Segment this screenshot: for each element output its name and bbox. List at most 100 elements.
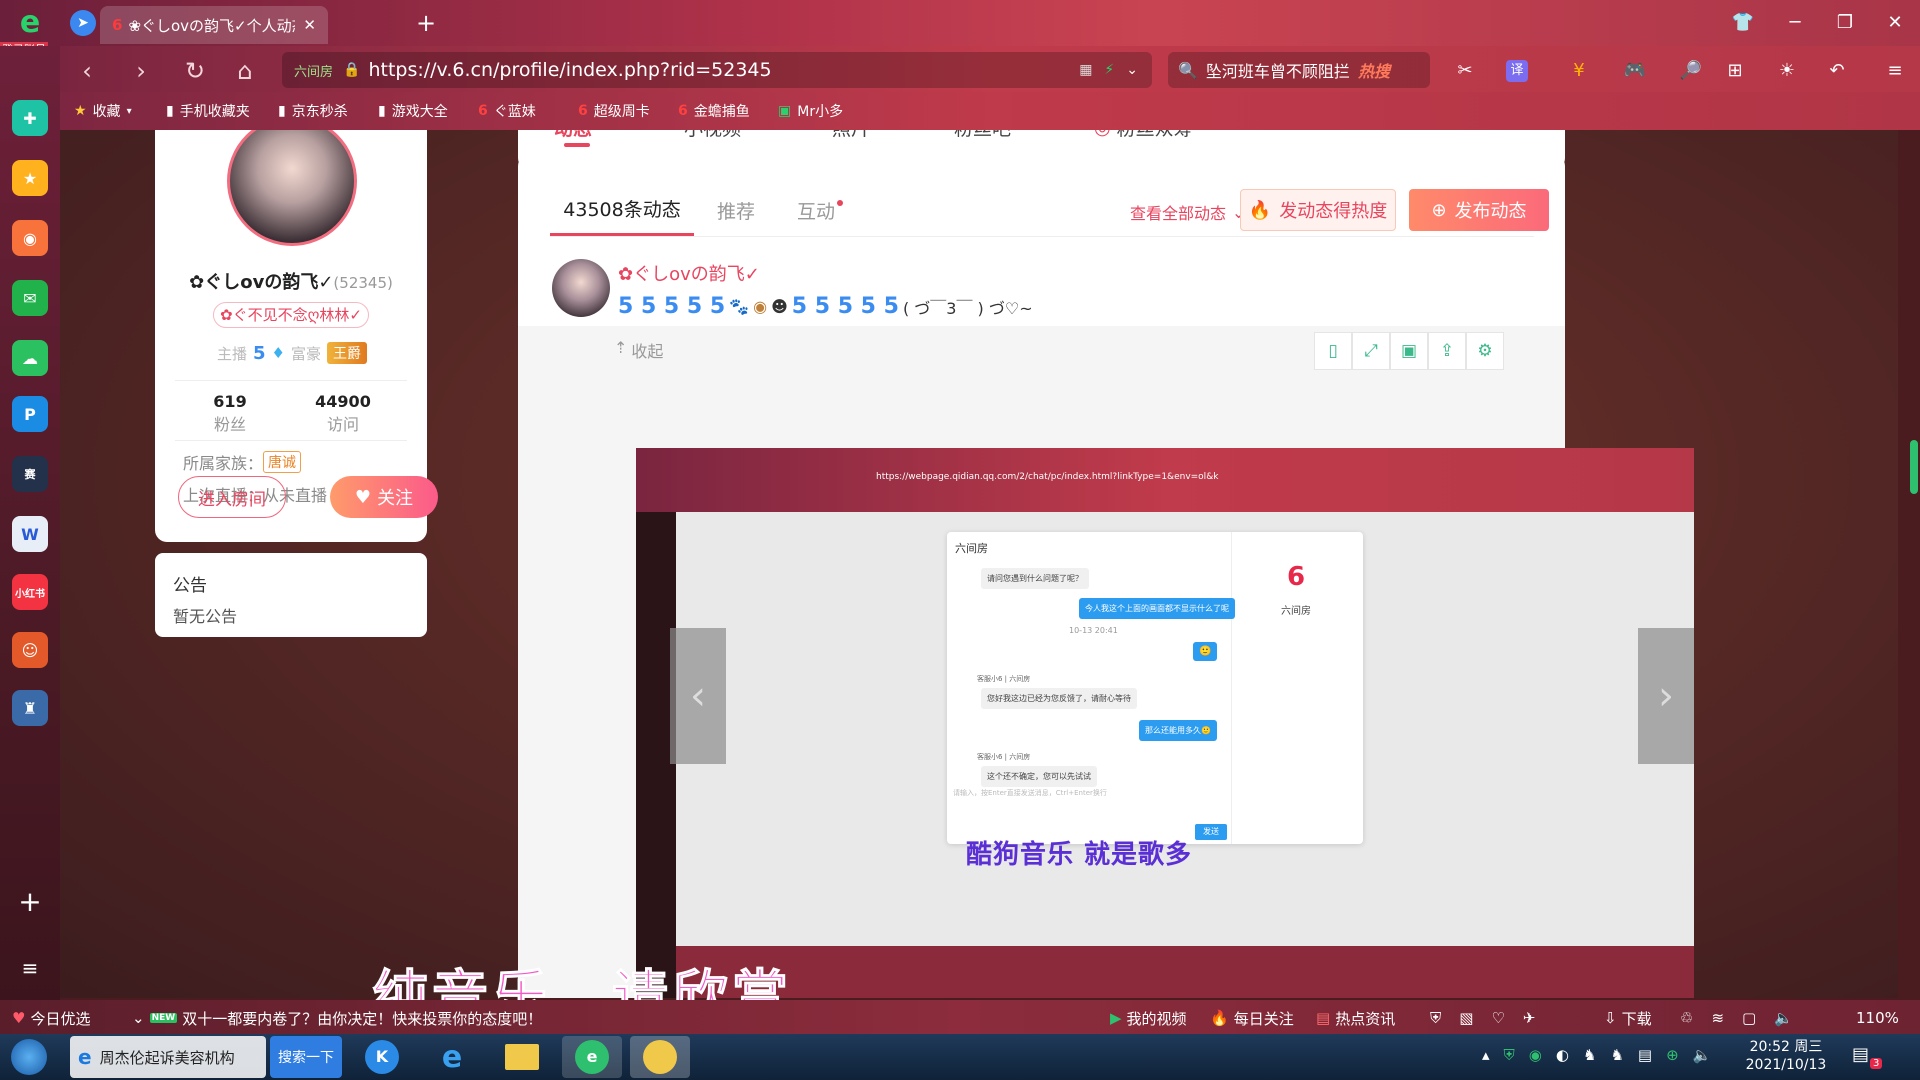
tab-short-video[interactable]: 小视频 — [684, 130, 741, 141]
xiaohongshu-icon[interactable]: 小红书 — [12, 574, 48, 610]
coin-icon[interactable]: ¥ — [1564, 56, 1594, 86]
browser-logo-icon[interactable]: e — [8, 8, 52, 38]
dropdown-icon[interactable]: ⌄ — [1126, 62, 1138, 78]
tray-plus-icon[interactable]: ⊕ — [1666, 1046, 1679, 1064]
chat-send-button[interactable]: 发送 — [1195, 824, 1227, 840]
fullscreen-icon[interactable]: ⤢ — [1352, 332, 1390, 370]
tab-crowdfunding[interactable]: ◎ 粉丝众筹 — [1094, 130, 1193, 141]
bookmark-games[interactable]: ▮ 游戏大全 — [378, 98, 448, 124]
tray-qq2-icon[interactable]: ♞ — [1610, 1046, 1623, 1064]
bookmark-fishing[interactable]: 6 金蟾捕鱼 — [678, 98, 750, 124]
speed-icon[interactable]: ✈ — [1523, 1009, 1536, 1027]
today-pick[interactable]: ♥ 今日优选 — [12, 1006, 90, 1030]
ie-task[interactable]: e 周杰伦起诉美容机构 — [70, 1036, 266, 1078]
embedded-screenshot[interactable]: https://webpage.qidian.qq.com/2/chat/pc/… — [636, 448, 1694, 998]
bookmark-tool-icon[interactable]: ▯ — [1314, 332, 1352, 370]
restore-icon[interactable]: ❐ — [1830, 10, 1860, 36]
skin-icon[interactable]: 👕 — [1728, 10, 1758, 36]
news-ticker[interactable]: ⌄ NEW 双十一都要内卷了？由你决定！快来投票你的态度吧！ — [132, 1006, 542, 1030]
zoom-level[interactable]: 110% — [1856, 1006, 1899, 1030]
right-edge-slider[interactable] — [1910, 440, 1918, 494]
chat-input[interactable]: 请输入，按Enter直接发送消息，Ctrl+Enter换行 — [953, 788, 1223, 798]
bookmark-mobile[interactable]: ▮ 手机收藏夹 — [166, 98, 250, 124]
health-icon[interactable]: ♡ — [1491, 1009, 1504, 1027]
clock[interactable]: 20:52 周三 2021/10/13 — [1744, 1038, 1828, 1074]
url-field[interactable]: 六间房 🔒 https://v.6.cn/profile/index.php?r… — [282, 52, 1152, 88]
flash-icon[interactable]: ⚡ — [1104, 62, 1114, 78]
word-icon[interactable]: W — [12, 516, 48, 552]
castle-icon[interactable]: ♜ — [12, 690, 48, 726]
tab-dynamics[interactable]: 动态 — [554, 130, 592, 141]
collapse-button[interactable]: ⇡ 收起 — [614, 338, 663, 362]
search-box[interactable]: 🔍 坠河班车曾不顾阻拦 热搜 — [1168, 52, 1430, 88]
bookmark-favorites[interactable]: ★ 收藏 ▾ — [74, 98, 132, 124]
translate-icon[interactable]: 译 — [1506, 60, 1528, 82]
notification-button[interactable]: ▤ 3 — [1852, 1044, 1892, 1074]
menu-icon[interactable]: ≡ — [1880, 56, 1910, 86]
favorites-star-icon[interactable]: ★ — [12, 160, 48, 196]
daily-follow[interactable]: 🔥 每日关注 — [1210, 1006, 1294, 1030]
tray-network-icon[interactable]: ▤ — [1638, 1046, 1652, 1064]
save-icon[interactable]: ▣ — [1390, 332, 1428, 370]
pdf-icon[interactable]: P — [12, 396, 48, 432]
tab-fan-bar[interactable]: 粉丝吧 — [954, 130, 1011, 141]
home-icon[interactable]: ⌂ — [228, 54, 262, 88]
bookmark-jd[interactable]: ▮ 京东秒杀 — [278, 98, 348, 124]
family-badge[interactable]: 唐诚 — [263, 451, 302, 473]
bookmark-mrxiaoduo[interactable]: ▣ Mr小多 — [778, 98, 843, 124]
add-app-icon[interactable]: + — [16, 888, 44, 916]
minimize-icon[interactable]: ─ — [1780, 10, 1810, 36]
window-icon[interactable]: ▢ — [1742, 1009, 1756, 1027]
tab-dynamics-count[interactable]: 43508条动态 — [550, 184, 694, 236]
explorer-task[interactable] — [492, 1036, 552, 1078]
tray-qq-icon[interactable]: ♞ — [1583, 1046, 1596, 1064]
ie-pinned[interactable]: e — [422, 1036, 482, 1078]
grid-icon[interactable]: ⊞ — [1720, 56, 1750, 86]
list-icon[interactable]: ≡ — [16, 954, 44, 982]
next-arrow[interactable]: › — [1638, 628, 1694, 764]
new-tab-button[interactable]: + — [412, 6, 440, 40]
app-task[interactable] — [630, 1036, 690, 1078]
recycle-icon[interactable]: ♲ — [1680, 1009, 1693, 1027]
tab-interact[interactable]: 互动 — [778, 184, 862, 236]
brightness-icon[interactable]: ☀ — [1772, 56, 1802, 86]
refresh-icon[interactable]: ↻ — [178, 54, 212, 88]
post-avatar[interactable] — [552, 259, 610, 317]
send-icon[interactable]: ➤ — [70, 10, 96, 36]
tray-browser-icon[interactable]: ◉ — [1529, 1046, 1542, 1064]
my-videos[interactable]: ▶ 我的视频 — [1110, 1006, 1187, 1030]
settings-icon[interactable]: ⚙ — [1466, 332, 1504, 370]
qr-icon[interactable]: ▦ — [1079, 62, 1092, 78]
game-character-icon[interactable]: ☺ — [12, 632, 48, 668]
bookmark-weekly[interactable]: 6 超级周卡 — [578, 98, 650, 124]
image-icon[interactable]: ▧ — [1459, 1009, 1473, 1027]
forward-icon[interactable]: › — [124, 54, 158, 88]
volume-icon[interactable]: 🔈 — [1774, 1009, 1793, 1027]
layers-icon[interactable]: ≋ — [1711, 1009, 1724, 1027]
kugou-task[interactable]: K — [352, 1036, 412, 1078]
weibo-icon[interactable]: ◉ — [12, 220, 48, 256]
bookmark-lanmei[interactable]: 6 ぐ蓝妹 — [478, 98, 536, 124]
search-once-button[interactable]: 搜索一下 — [270, 1036, 342, 1078]
close-icon[interactable]: ✕ — [1880, 10, 1910, 36]
tray-shield-icon[interactable]: ⛨ — [1504, 1046, 1515, 1064]
game-icon[interactable]: 🎮 — [1620, 56, 1650, 86]
magnifier-icon[interactable]: 🔎 — [1676, 56, 1706, 86]
enter-room-button[interactable]: 进入房间 — [178, 476, 286, 518]
hot-post-button[interactable]: 🔥 发动态得热度 — [1240, 189, 1396, 231]
hot-news[interactable]: ▤ 热点资讯 — [1316, 1006, 1395, 1030]
browser-task[interactable]: e — [562, 1036, 622, 1078]
game-zone-icon[interactable]: 赛 — [12, 456, 48, 492]
tray-volume-icon[interactable]: 🔈 — [1693, 1046, 1712, 1064]
mail-icon[interactable]: ✉ — [12, 280, 48, 316]
tab-photos[interactable]: 照片 — [832, 130, 870, 141]
prev-arrow[interactable]: ‹ — [670, 628, 726, 764]
post-author[interactable]: ✿ぐしovの韵飞✓ — [618, 260, 760, 286]
start-button[interactable] — [6, 1036, 52, 1078]
scissors-icon[interactable]: ✂ — [1450, 56, 1480, 86]
follow-button[interactable]: ♥ 关注 — [330, 476, 438, 518]
share-icon[interactable]: ⇪ — [1428, 332, 1466, 370]
publish-button[interactable]: ⊕ 发布动态 — [1409, 189, 1549, 231]
tray-arrow-icon[interactable]: ▴ — [1482, 1046, 1490, 1064]
tab-recommend[interactable]: 推荐 — [694, 184, 778, 236]
